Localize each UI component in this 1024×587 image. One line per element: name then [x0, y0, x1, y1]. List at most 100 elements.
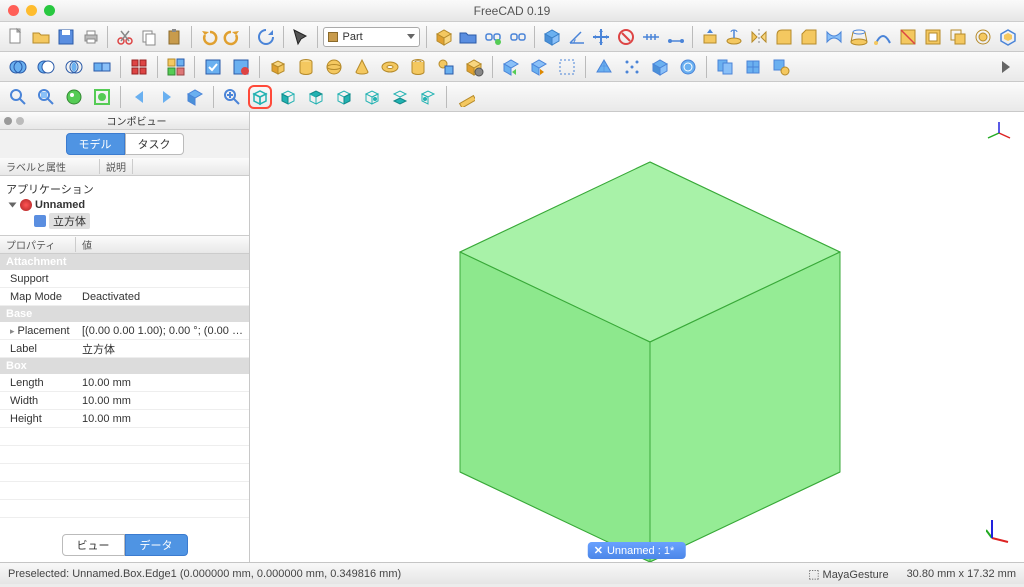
prop-row-width[interactable]: Width10.00 mm: [0, 392, 249, 410]
points-from-mesh-icon[interactable]: [620, 55, 644, 79]
reverse-shapes-icon[interactable]: [676, 55, 700, 79]
offset-2d-icon[interactable]: [972, 25, 993, 49]
cross-sections-icon[interactable]: [923, 25, 944, 49]
measure-icon[interactable]: [453, 85, 477, 109]
tree-doc-row[interactable]: Unnamed: [6, 198, 243, 212]
close-tab-icon[interactable]: ✕: [594, 544, 603, 557]
part-primitives-icon[interactable]: [434, 55, 458, 79]
top-view-icon[interactable]: [304, 85, 328, 109]
paste-icon[interactable]: [164, 25, 185, 49]
btab-data[interactable]: データ: [125, 534, 188, 556]
zoom-fit-icon[interactable]: [6, 85, 30, 109]
part-cylinder-icon[interactable]: [294, 55, 318, 79]
document-tab[interactable]: ✕ Unnamed : 1*: [588, 542, 686, 559]
split-icon[interactable]: [127, 55, 151, 79]
convert-to-solid-icon[interactable]: [648, 55, 672, 79]
prop-row-placement[interactable]: Placement[(0.00 0.00 1.00); 0.00 °; (0.0…: [0, 322, 249, 340]
part-box-icon[interactable]: [266, 55, 290, 79]
loft-icon[interactable]: [848, 25, 869, 49]
front-view-icon[interactable]: [276, 85, 300, 109]
tree-app-row[interactable]: アプリケーション: [6, 180, 243, 198]
section-icon[interactable]: [898, 25, 919, 49]
angle-icon[interactable]: [566, 25, 587, 49]
zoom-selection-icon[interactable]: [34, 85, 58, 109]
part-sphere-icon[interactable]: [322, 55, 346, 79]
simple-copy-icon[interactable]: [713, 55, 737, 79]
prop-row-label[interactable]: Label立方体: [0, 340, 249, 358]
save-file-icon[interactable]: [56, 25, 77, 49]
part-import-icon[interactable]: [499, 55, 523, 79]
open-file-icon[interactable]: [31, 25, 52, 49]
part-builder-icon[interactable]: [462, 55, 486, 79]
measure-linear-icon[interactable]: [665, 25, 686, 49]
undo-icon[interactable]: [198, 25, 219, 49]
nav-forward-icon[interactable]: [155, 85, 179, 109]
boolean-common-icon[interactable]: [62, 55, 86, 79]
panel-menu-icon[interactable]: [4, 117, 12, 125]
revolve-icon[interactable]: [724, 25, 745, 49]
property-table[interactable]: Attachment Support Map ModeDeactivated B…: [0, 254, 249, 531]
defeaturing-icon[interactable]: [229, 55, 253, 79]
nav-back-icon[interactable]: [127, 85, 151, 109]
fillet-icon[interactable]: [774, 25, 795, 49]
chamfer-icon[interactable]: [799, 25, 820, 49]
bottom-view-icon[interactable]: [388, 85, 412, 109]
thickness-icon[interactable]: [997, 25, 1018, 49]
measure-clear-icon[interactable]: [616, 25, 637, 49]
mirror-icon[interactable]: [749, 25, 770, 49]
btab-view[interactable]: ビュー: [62, 534, 125, 556]
create-part-icon[interactable]: [433, 25, 454, 49]
tab-task[interactable]: タスク: [125, 133, 184, 155]
boolean-union-icon[interactable]: [6, 55, 30, 79]
part-tube-icon[interactable]: [406, 55, 430, 79]
part-export-icon[interactable]: [527, 55, 551, 79]
link-nav-icon[interactable]: [183, 85, 207, 109]
link-actions-icon[interactable]: [508, 25, 529, 49]
cursor-icon[interactable]: [290, 25, 311, 49]
shape-from-mesh-icon[interactable]: [592, 55, 616, 79]
isometric-view-icon[interactable]: [248, 85, 272, 109]
rear-view-icon[interactable]: [360, 85, 384, 109]
part-cone-icon[interactable]: [350, 55, 374, 79]
left-view-icon[interactable]: [416, 85, 440, 109]
tree-view[interactable]: アプリケーション Unnamed 立方体: [0, 176, 249, 236]
prop-row-height[interactable]: Height10.00 mm: [0, 410, 249, 428]
refine-shape-icon[interactable]: [741, 55, 765, 79]
ruled-surface-icon[interactable]: [823, 25, 844, 49]
offset-3d-icon[interactable]: [947, 25, 968, 49]
extrude-icon[interactable]: [699, 25, 720, 49]
tree-obj-row[interactable]: 立方体: [6, 212, 243, 230]
link-make-icon[interactable]: [483, 25, 504, 49]
workbench-selector[interactable]: Part: [323, 27, 420, 47]
tree-expand-icon[interactable]: [9, 203, 17, 208]
check-geometry-icon[interactable]: [201, 55, 225, 79]
zoom-in-icon[interactable]: [220, 85, 244, 109]
refresh-icon[interactable]: [256, 25, 277, 49]
right-view-icon[interactable]: [332, 85, 356, 109]
draw-style-icon[interactable]: [62, 85, 86, 109]
sweep-icon[interactable]: [873, 25, 894, 49]
tab-model[interactable]: モデル: [66, 133, 125, 155]
copy-icon[interactable]: [139, 25, 160, 49]
new-file-icon[interactable]: [6, 25, 27, 49]
prop-row-support[interactable]: Support: [0, 270, 249, 288]
overflow-arrow-icon[interactable]: [994, 55, 1018, 79]
bounding-box-icon[interactable]: [90, 85, 114, 109]
measure-toggle-icon[interactable]: [641, 25, 662, 49]
join-connect-icon[interactable]: [90, 55, 114, 79]
nav-style-selector[interactable]: MayaGesture: [808, 567, 888, 581]
attachment-icon[interactable]: [769, 55, 793, 79]
panel-close-icon[interactable]: [16, 117, 24, 125]
prop-row-length[interactable]: Length10.00 mm: [0, 374, 249, 392]
prop-row-mapmode[interactable]: Map ModeDeactivated: [0, 288, 249, 306]
compound-icon[interactable]: [164, 55, 188, 79]
create-group-icon[interactable]: [458, 25, 479, 49]
boolean-cut-icon[interactable]: [34, 55, 58, 79]
cube-geometry[interactable]: [440, 152, 860, 562]
3d-viewport[interactable]: ✕ Unnamed : 1*: [250, 112, 1024, 562]
create-body-icon[interactable]: [541, 25, 562, 49]
box-selection-icon[interactable]: [555, 55, 579, 79]
pan-icon[interactable]: [591, 25, 612, 49]
print-icon[interactable]: [80, 25, 101, 49]
redo-icon[interactable]: [222, 25, 243, 49]
